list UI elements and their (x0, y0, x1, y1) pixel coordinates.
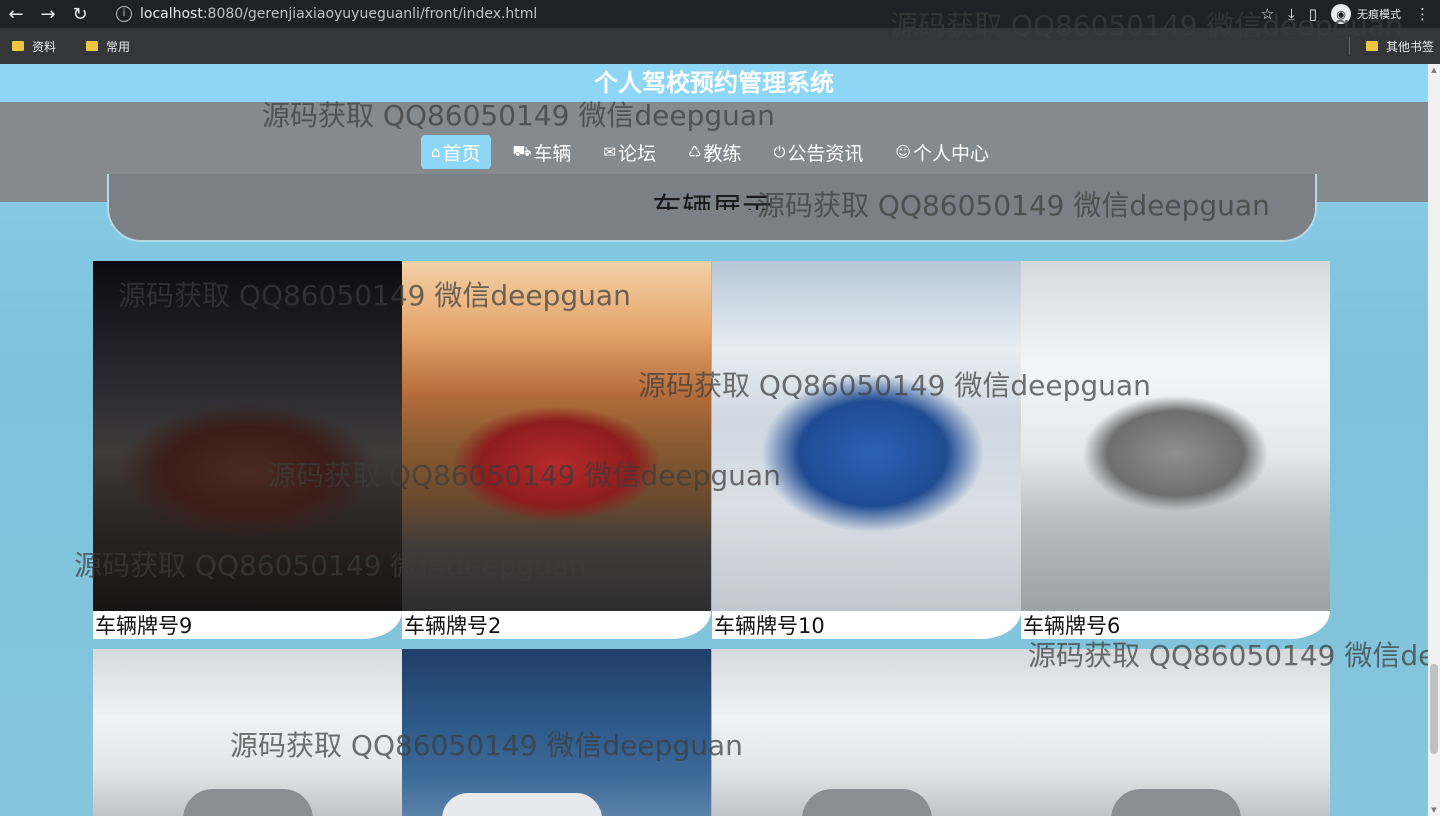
car-photo[interactable] (402, 261, 711, 611)
address-bar[interactable]: i localhost :8080/gerenjiaxiaoyuyueguanl… (108, 2, 1198, 25)
car-card[interactable] (712, 649, 1021, 816)
car-card[interactable]: 车辆牌号6 (1021, 261, 1330, 641)
nav-item[interactable]: ☺ 个人中心 (885, 135, 999, 169)
car-photo[interactable] (712, 649, 1021, 816)
url-host: localhost (140, 5, 203, 22)
car-card[interactable]: 车辆牌号2 (402, 261, 711, 641)
nav-item-label: 公告资讯 (787, 142, 864, 165)
nav-item[interactable]: ⛟ 车辆 (503, 135, 582, 169)
folder-icon (1365, 41, 1378, 51)
nav-item[interactable]: ⌂ 首页 (421, 135, 491, 169)
download-icon[interactable]: ⤓ (1288, 5, 1295, 23)
scroll-down-icon[interactable]: ▼ (1428, 806, 1440, 814)
power-icon: ⏻ (773, 143, 786, 161)
car-photo[interactable] (93, 261, 402, 611)
bookmark-folder[interactable]: 资料 (12, 38, 56, 55)
home-icon: ⌂ (431, 143, 441, 161)
site-title: 个人驾校预约管理系统 (0, 64, 1428, 102)
car-photo[interactable] (1021, 649, 1330, 816)
car-plate[interactable]: 车辆牌号9 (93, 611, 402, 639)
other-bookmarks[interactable]: 其他书签 (1348, 37, 1434, 55)
section-title: 车辆展示 (652, 192, 772, 210)
nav-item-label: 首页 (442, 142, 481, 165)
sidepanel-icon[interactable]: ▯ (1309, 5, 1317, 23)
scrollbar-thumb[interactable] (1430, 664, 1438, 754)
car-plate[interactable]: 车辆牌号6 (1021, 611, 1330, 639)
page: 个人驾校预约管理系统 ⌂ 首页 ⛟ 车辆 ✉ 论坛 ♺ 教练 ⏻ 公告资讯 ☺ 个人中心 车辆展示 车… (0, 64, 1428, 816)
car-icon: ⛟ (512, 142, 532, 160)
nav-item[interactable]: ⏻ 公告资讯 (764, 135, 874, 169)
star-icon[interactable]: ☆ (1261, 5, 1274, 23)
site-info-icon[interactable]: i (116, 5, 132, 22)
reload-icon[interactable]: ↻ (64, 4, 96, 25)
car-plate[interactable]: 车辆牌号2 (402, 611, 711, 639)
incognito-icon: ◉ (1331, 4, 1351, 24)
back-icon[interactable]: ← (0, 4, 32, 25)
car-card[interactable] (93, 649, 402, 816)
nav-item-label: 教练 (703, 142, 742, 165)
user-icon: ☺ (895, 143, 912, 161)
nav-item-label: 车辆 (533, 142, 572, 165)
forward-icon[interactable]: → (32, 4, 64, 25)
nav-item-label: 论坛 (618, 142, 657, 165)
car-photo[interactable] (402, 649, 711, 816)
bookmark-label: 常用 (106, 39, 131, 54)
folder-icon (12, 41, 24, 51)
car-plate[interactable]: 车辆牌号10 (712, 611, 1021, 639)
car-card[interactable] (402, 649, 711, 816)
car-card[interactable] (1021, 649, 1330, 816)
car-card[interactable]: 车辆牌号10 (712, 261, 1021, 641)
browser-toolbar: ← → ↻ i localhost :8080/gerenjiaxiaoyuyu… (0, 0, 1440, 28)
car-card[interactable]: 车辆牌号9 (93, 261, 402, 641)
other-bookmarks-label: 其他书签 (1385, 39, 1434, 54)
scrollbar[interactable]: ▲ ▼ (1428, 64, 1440, 816)
url-path: :8080/gerenjiaxiaoyuyueguanli/front/inde… (202, 5, 538, 22)
bookmarks-bar: 资料 常用 其他书签 (0, 28, 1440, 64)
section-header: 车辆展示 (107, 174, 1317, 242)
bookmark-folder[interactable]: 常用 (86, 38, 130, 55)
car-photo[interactable] (93, 649, 402, 816)
mail-icon: ✉ (603, 143, 617, 161)
bookmark-label: 资料 (32, 39, 57, 54)
car-photo[interactable] (1021, 261, 1330, 611)
folder-icon (86, 41, 99, 51)
coach-icon: ♺ (688, 143, 702, 161)
divider (1348, 37, 1350, 55)
nav-item[interactable]: ✉ 论坛 (593, 135, 666, 169)
scroll-up-icon[interactable]: ▲ (1428, 66, 1440, 74)
nav-item[interactable]: ♺ 教练 (678, 135, 751, 169)
incognito-label: 无痕模式 (1357, 8, 1401, 21)
nav-item-label: 个人中心 (913, 142, 990, 165)
incognito-indicator[interactable]: ◉ 无痕模式 (1331, 4, 1401, 24)
menu-icon[interactable]: ⋮ (1415, 5, 1430, 23)
car-photo[interactable] (712, 261, 1021, 611)
